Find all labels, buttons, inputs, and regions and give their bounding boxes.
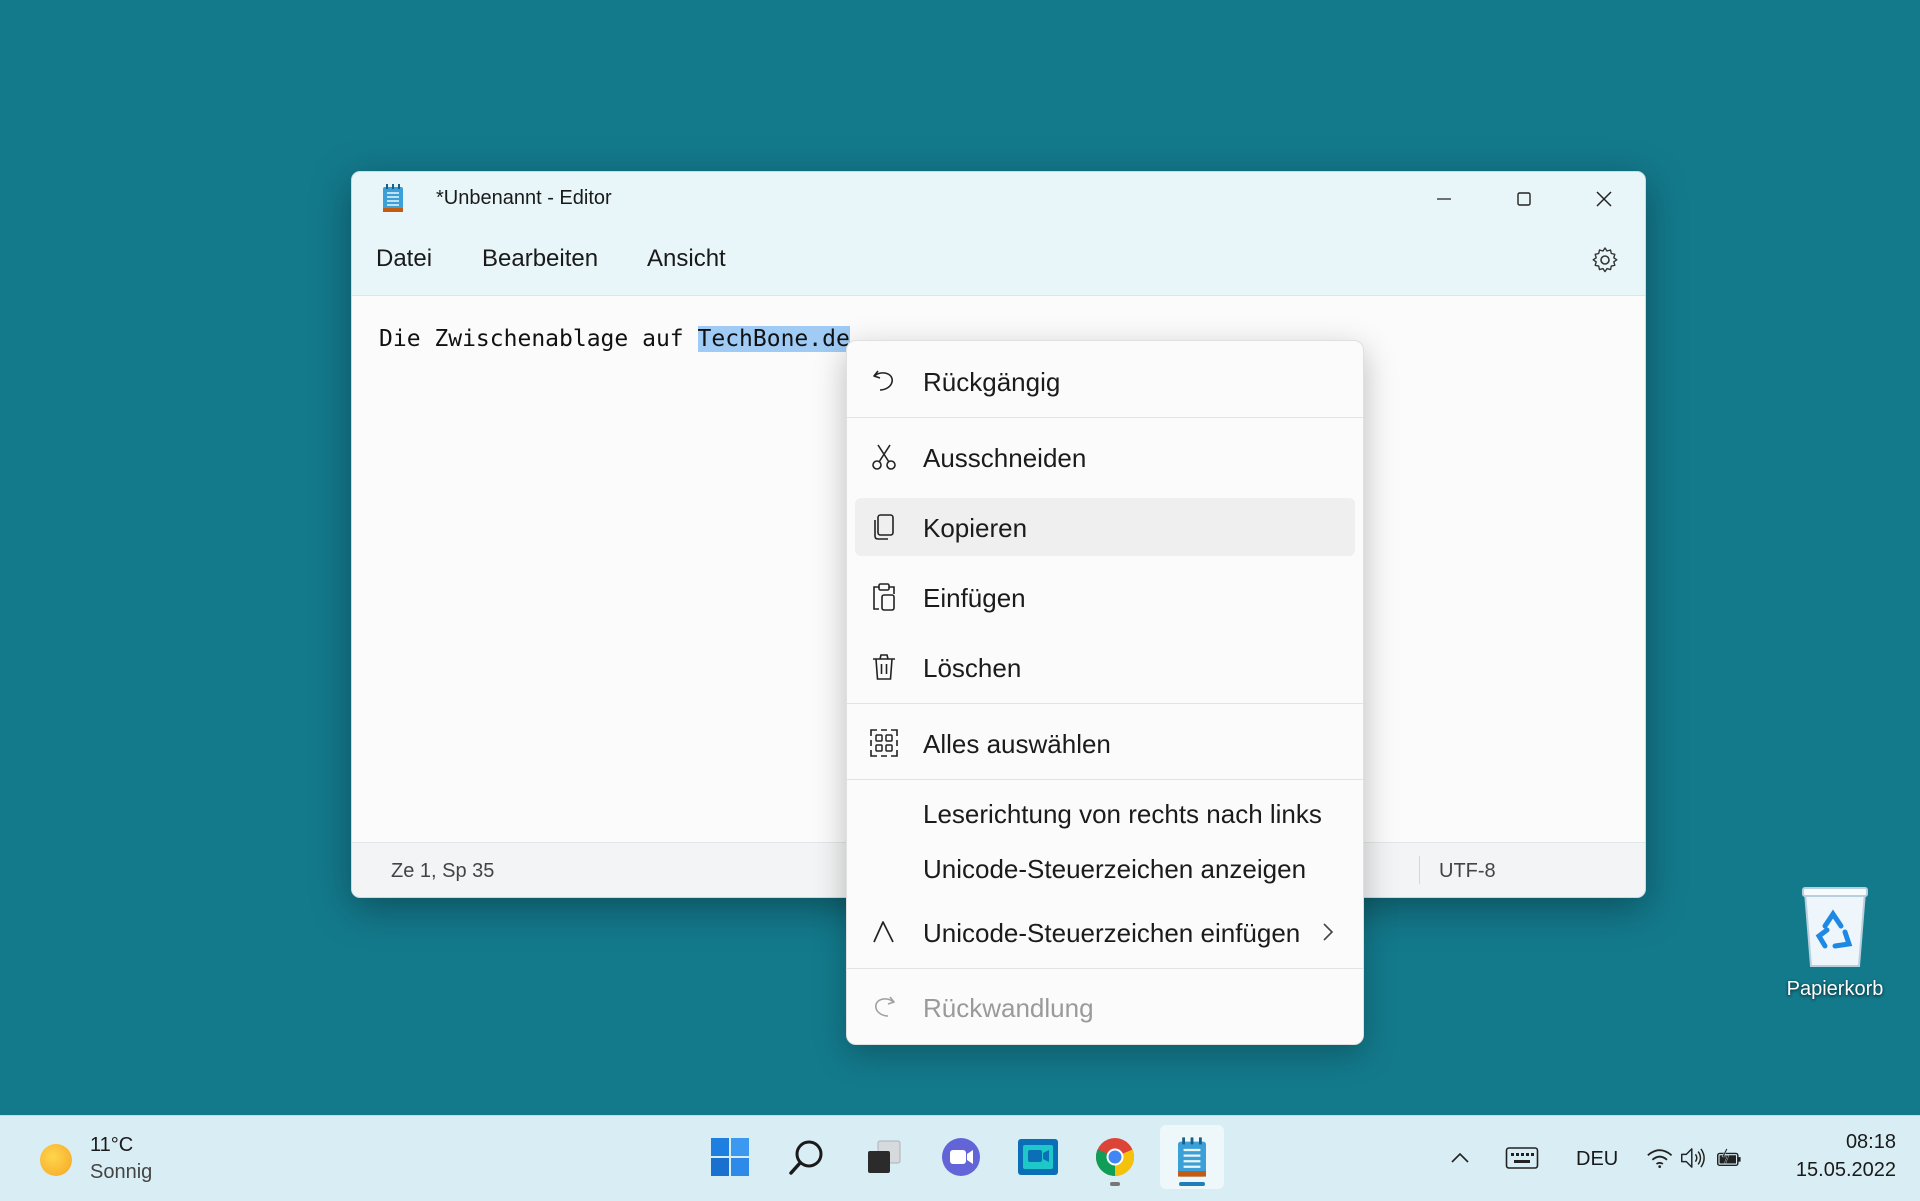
task-view-icon <box>868 1140 901 1173</box>
cursor-position: Ze 1, Sp 35 <box>391 860 495 882</box>
undo-icon <box>873 370 893 391</box>
separator <box>847 417 1363 418</box>
menu-bar: Datei Bearbeiten Ansicht <box>352 225 1645 296</box>
touch-keyboard-button[interactable] <box>1504 1140 1540 1176</box>
media-app-button[interactable] <box>1006 1125 1070 1189</box>
ctx-rtl-reading[interactable]: Leserichtung von rechts nach links <box>855 784 1355 842</box>
ctx-insert-unicode-label: Unicode-Steuerzeichen einfügen <box>923 918 1301 948</box>
ctx-paste-label: Einfügen <box>923 583 1026 613</box>
ctx-cut[interactable]: Ausschneiden <box>855 428 1355 486</box>
notepad-icon <box>1178 1137 1206 1177</box>
search-icon <box>789 1140 823 1175</box>
chevron-right-icon <box>1323 923 1334 941</box>
show-hidden-icons-button[interactable] <box>1448 1140 1472 1176</box>
ctx-rtl-label: Leserichtung von rechts nach links <box>923 799 1322 829</box>
menu-bearbeiten[interactable]: Bearbeiten <box>482 245 598 273</box>
media-app-icon <box>1018 1139 1058 1175</box>
menu-ansicht[interactable]: Ansicht <box>647 245 726 273</box>
select-all-icon <box>870 729 898 757</box>
battery-charging-icon <box>1716 1148 1741 1167</box>
task-view-button[interactable] <box>852 1125 916 1189</box>
separator <box>847 779 1363 780</box>
minimize-button[interactable] <box>1404 172 1484 225</box>
scissors-icon <box>872 444 896 470</box>
ctx-show-unicode[interactable]: Unicode-Steuerzeichen anzeigen <box>855 839 1355 897</box>
window-title: *Unbenannt - Editor <box>436 187 612 209</box>
chrome-icon <box>1095 1138 1135 1176</box>
text-selection: TechBone.de <box>697 326 850 352</box>
status-divider <box>1419 856 1420 884</box>
start-icon <box>711 1138 749 1176</box>
start-button[interactable] <box>698 1125 762 1189</box>
context-menu: Rückgängig Ausschneiden Kopieren Einfüge… <box>846 340 1364 1045</box>
quick-settings-button[interactable] <box>1646 1140 1742 1176</box>
close-icon <box>1596 190 1612 207</box>
volume-icon <box>1681 1148 1706 1168</box>
title-bar[interactable]: *Unbenannt - Editor <box>352 172 1645 225</box>
text-content: Die Zwischenablage auf TechBone.de <box>379 326 850 352</box>
ctx-delete-label: Löschen <box>923 653 1022 683</box>
separator <box>847 703 1363 704</box>
ctx-copy-label: Kopieren <box>923 513 1028 543</box>
separator <box>847 968 1363 969</box>
ctx-cut-label: Ausschneiden <box>923 443 1087 473</box>
ctx-copy[interactable]: Kopieren <box>855 498 1355 556</box>
ctx-reconversion: Rückwandlung <box>855 978 1355 1036</box>
teams-chat-button[interactable] <box>929 1125 993 1189</box>
ctx-paste[interactable]: Einfügen <box>855 568 1355 626</box>
settings-gear-icon[interactable] <box>1590 245 1620 275</box>
trash-icon <box>873 654 895 680</box>
ctx-reconversion-label: Rückwandlung <box>923 993 1094 1023</box>
paste-icon <box>873 583 895 611</box>
ctx-insert-unicode[interactable]: Unicode-Steuerzeichen einfügen <box>855 903 1355 961</box>
active-indicator <box>1179 1182 1205 1186</box>
notepad-icon <box>383 184 403 212</box>
notepad-taskbar-button[interactable] <box>1160 1125 1224 1189</box>
close-button[interactable] <box>1564 172 1644 225</box>
maximize-icon <box>1517 191 1531 206</box>
maximize-button[interactable] <box>1484 172 1564 225</box>
weather-temperature: 11°C <box>90 1134 134 1156</box>
taskbar: 11°C Sonnig DEU 08:18 15.05.2022 <box>0 1115 1920 1201</box>
teams-chat-icon <box>942 1138 980 1176</box>
ctx-show-unicode-label: Unicode-Steuerzeichen anzeigen <box>923 854 1307 884</box>
ctx-select-all[interactable]: Alles auswählen <box>855 714 1355 772</box>
ctx-delete[interactable]: Löschen <box>855 638 1355 696</box>
sun-icon <box>40 1144 72 1176</box>
keyboard-icon <box>1505 1147 1539 1169</box>
chevron-up-icon <box>1451 1152 1469 1163</box>
redo-icon <box>875 996 895 1017</box>
ctx-undo[interactable]: Rückgängig <box>855 352 1355 410</box>
running-indicator <box>1110 1182 1120 1186</box>
wifi-icon <box>1647 1149 1673 1169</box>
clock-date: 15.05.2022 <box>1795 1159 1896 1181</box>
menu-datei[interactable]: Datei <box>376 245 432 273</box>
ctx-undo-label: Rückgängig <box>923 367 1061 397</box>
chrome-button[interactable] <box>1083 1125 1147 1189</box>
copy-icon <box>874 514 894 540</box>
input-language[interactable]: DEU <box>1576 1148 1618 1171</box>
weather-description: Sonnig <box>90 1161 153 1183</box>
encoding-label: UTF-8 <box>1439 860 1496 882</box>
minimize-icon <box>1437 197 1451 200</box>
recycle-bin-label[interactable]: Papierkorb <box>1772 978 1898 1001</box>
ctx-select-all-label: Alles auswählen <box>923 729 1111 759</box>
recycle-bin-icon[interactable] <box>1795 886 1875 970</box>
search-button[interactable] <box>775 1125 839 1189</box>
caret-icon <box>873 921 894 943</box>
clock-time: 08:18 <box>1845 1131 1896 1153</box>
text-unselected: Die Zwischenablage auf <box>379 326 698 352</box>
